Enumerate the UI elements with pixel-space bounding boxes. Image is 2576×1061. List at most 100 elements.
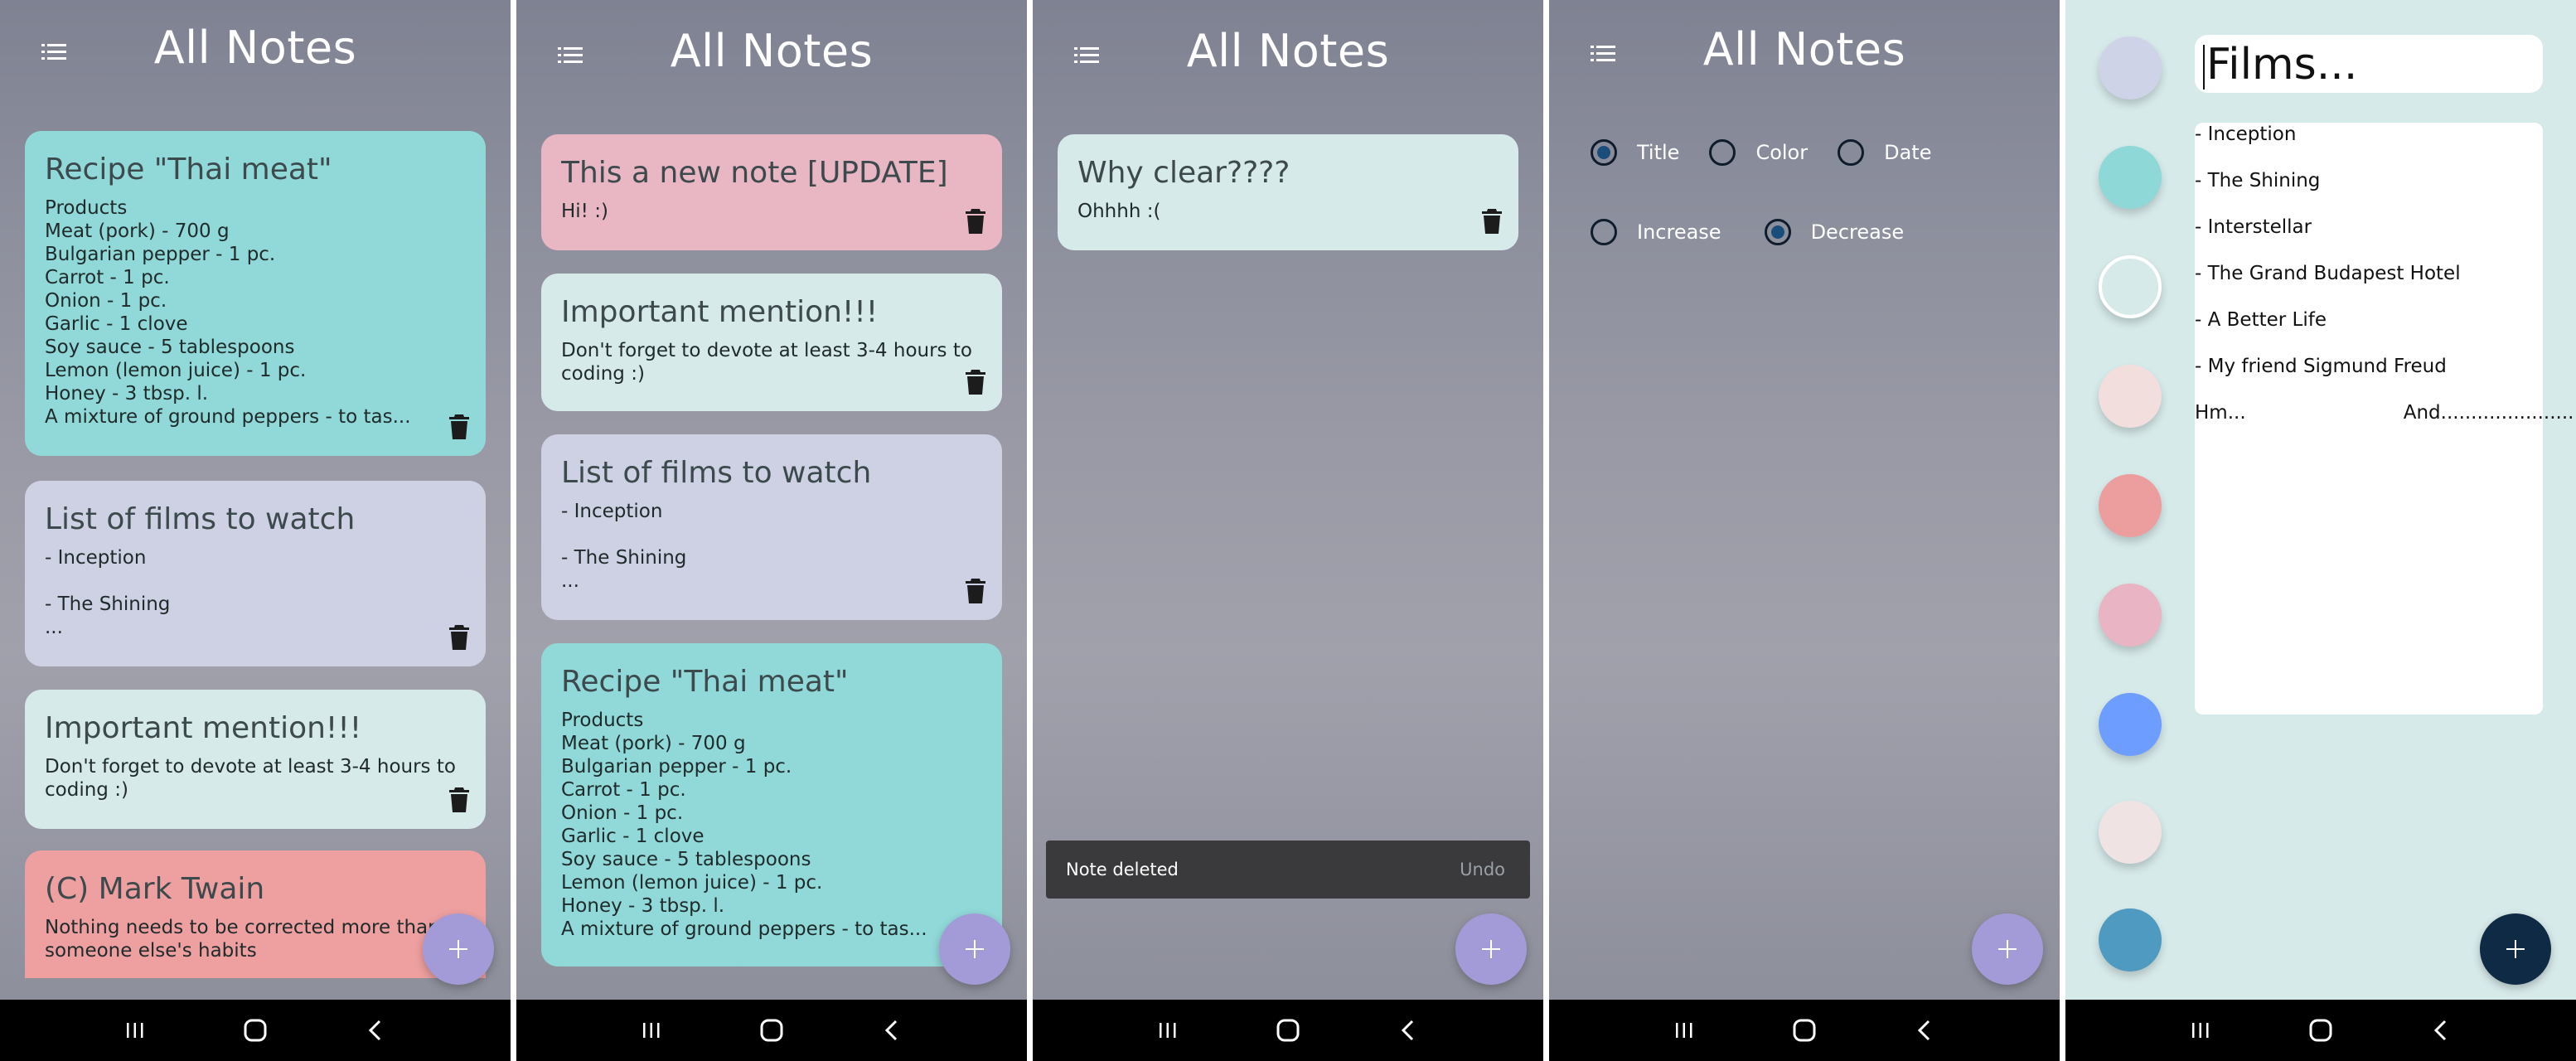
note-line: Hm... And...................... [2195,402,2574,424]
recent-apps-icon [126,1023,143,1038]
color-swatch-selected[interactable] [2099,255,2162,318]
radio-date[interactable] [1838,139,1865,166]
screen-all-notes-2: All Notes This a new note [UPDATE] Hi! :… [516,0,1027,1061]
trash-icon[interactable] [449,625,469,650]
recent-apps-button[interactable] [119,1014,152,1047]
recent-apps-button[interactable] [1151,1014,1184,1047]
note-body: Don't forget to devote at least 3-4 hour… [45,756,456,801]
home-button[interactable] [755,1014,788,1047]
home-icon [1793,1019,1816,1042]
radio-decrease[interactable] [1764,219,1791,245]
home-button[interactable] [2304,1014,2337,1047]
color-swatch[interactable] [2099,146,2162,209]
note-body: Hi! :) [561,201,608,222]
save-note-button[interactable] [2480,913,2551,985]
note-line: - My friend Sigmund Freud [2195,356,2447,377]
system-nav-bar [1549,1000,2060,1061]
radio-label: Title [1637,141,1680,164]
note-line: - A Better Life [2195,309,2327,331]
add-note-button[interactable] [1972,913,2043,985]
trash-icon[interactable] [966,579,985,603]
page-title: All Notes [1186,25,1390,77]
radio-title[interactable] [1591,139,1617,166]
home-icon [244,1019,267,1042]
note-card[interactable]: Why clear???? Ohhhh :( [1058,134,1518,250]
sort-order-group: Increase Decrease [1591,219,1934,245]
recent-apps-button[interactable] [2184,1014,2217,1047]
trash-icon[interactable] [449,787,469,812]
page-title: All Notes [670,25,874,77]
trash-icon[interactable] [449,414,469,439]
back-button[interactable] [2424,1014,2457,1047]
note-card[interactable]: Important mention!!! Don't forget to dev… [25,690,486,829]
back-button[interactable] [1908,1014,1941,1047]
back-icon [1918,1020,1930,1041]
back-icon [2434,1020,2447,1041]
note-body: - Inception - The Shining ... [561,501,687,592]
recent-apps-icon [2191,1023,2209,1038]
home-button[interactable] [239,1014,272,1047]
home-icon [1276,1019,1300,1042]
note-card[interactable]: Recipe "Thai meat" Products Meat (pork) … [541,643,1002,967]
back-button[interactable] [875,1014,908,1047]
plus-icon [1998,940,2017,958]
add-note-button[interactable] [1455,913,1527,985]
note-title-text: Films... [2206,40,2358,90]
color-swatch[interactable] [2099,908,2162,971]
back-button[interactable] [1392,1014,1425,1047]
note-title: Recipe "Thai meat" [45,153,332,187]
add-note-button[interactable] [939,913,1010,985]
back-icon [369,1020,381,1041]
note-title: List of films to watch [561,456,872,490]
note-title: (C) Mark Twain [45,872,265,906]
radio-increase[interactable] [1591,219,1617,245]
note-line: - The Grand Budapest Hotel [2195,263,2461,284]
color-swatch[interactable] [2099,474,2162,537]
color-swatch[interactable] [2099,584,2162,647]
home-button[interactable] [1788,1014,1821,1047]
note-body: Nothing needs to be corrected more than … [45,917,440,962]
note-card[interactable]: List of films to watch - Inception - The… [25,481,486,666]
note-body-input[interactable]: - Inception - The Shining - Interstellar… [2195,123,2574,715]
radio-label: Decrease [1810,220,1905,244]
page-title: All Notes [1702,23,1906,75]
plus-icon [449,940,467,958]
note-card[interactable]: This a new note [UPDATE] Hi! :) [541,134,1002,250]
add-note-button[interactable] [423,913,494,985]
color-swatch[interactable] [2099,36,2162,99]
undo-button[interactable]: Undo [1460,860,1505,879]
screen-note-deleted: All Notes Why clear???? Ohhhh :( Note de… [1033,0,1543,1061]
home-icon [760,1019,783,1042]
note-card[interactable]: List of films to watch - Inception - The… [541,434,1002,620]
note-title: This a new note [UPDATE] [561,156,948,190]
note-body: Ohhhh :( [1077,201,1161,222]
back-icon [1402,1020,1414,1041]
note-title: Why clear???? [1077,156,1290,190]
system-nav-bar [516,1000,1027,1061]
recent-apps-icon [1159,1023,1176,1038]
note-card[interactable]: (C) Mark Twain Nothing needs to be corre… [25,850,486,978]
note-body: Products Meat (pork) - 700 g Bulgarian p… [45,197,411,428]
color-swatch[interactable] [2099,693,2162,756]
text-caret [2203,45,2205,90]
back-button[interactable] [359,1014,392,1047]
note-title: Important mention!!! [45,711,362,745]
radio-label: Date [1884,141,1932,164]
app-screenshots: All Notes Recipe "Thai meat" Products Me… [0,0,2576,1061]
trash-icon[interactable] [966,209,985,234]
recent-apps-icon [1675,1023,1692,1038]
note-card[interactable]: Recipe "Thai meat" Products Meat (pork) … [25,131,486,456]
system-nav-bar [1033,1000,1543,1061]
color-swatch[interactable] [2099,365,2162,428]
system-nav-bar [2065,1000,2576,1061]
note-title-input[interactable]: Films... [2195,35,2543,93]
trash-icon[interactable] [966,370,985,395]
note-card[interactable]: Important mention!!! Don't forget to dev… [541,274,1002,411]
color-swatch[interactable] [2099,801,2162,864]
radio-color[interactable] [1709,139,1736,166]
note-title: Important mention!!! [561,295,879,329]
trash-icon[interactable] [1482,209,1502,234]
recent-apps-button[interactable] [635,1014,668,1047]
recent-apps-button[interactable] [1668,1014,1701,1047]
home-button[interactable] [1271,1014,1305,1047]
